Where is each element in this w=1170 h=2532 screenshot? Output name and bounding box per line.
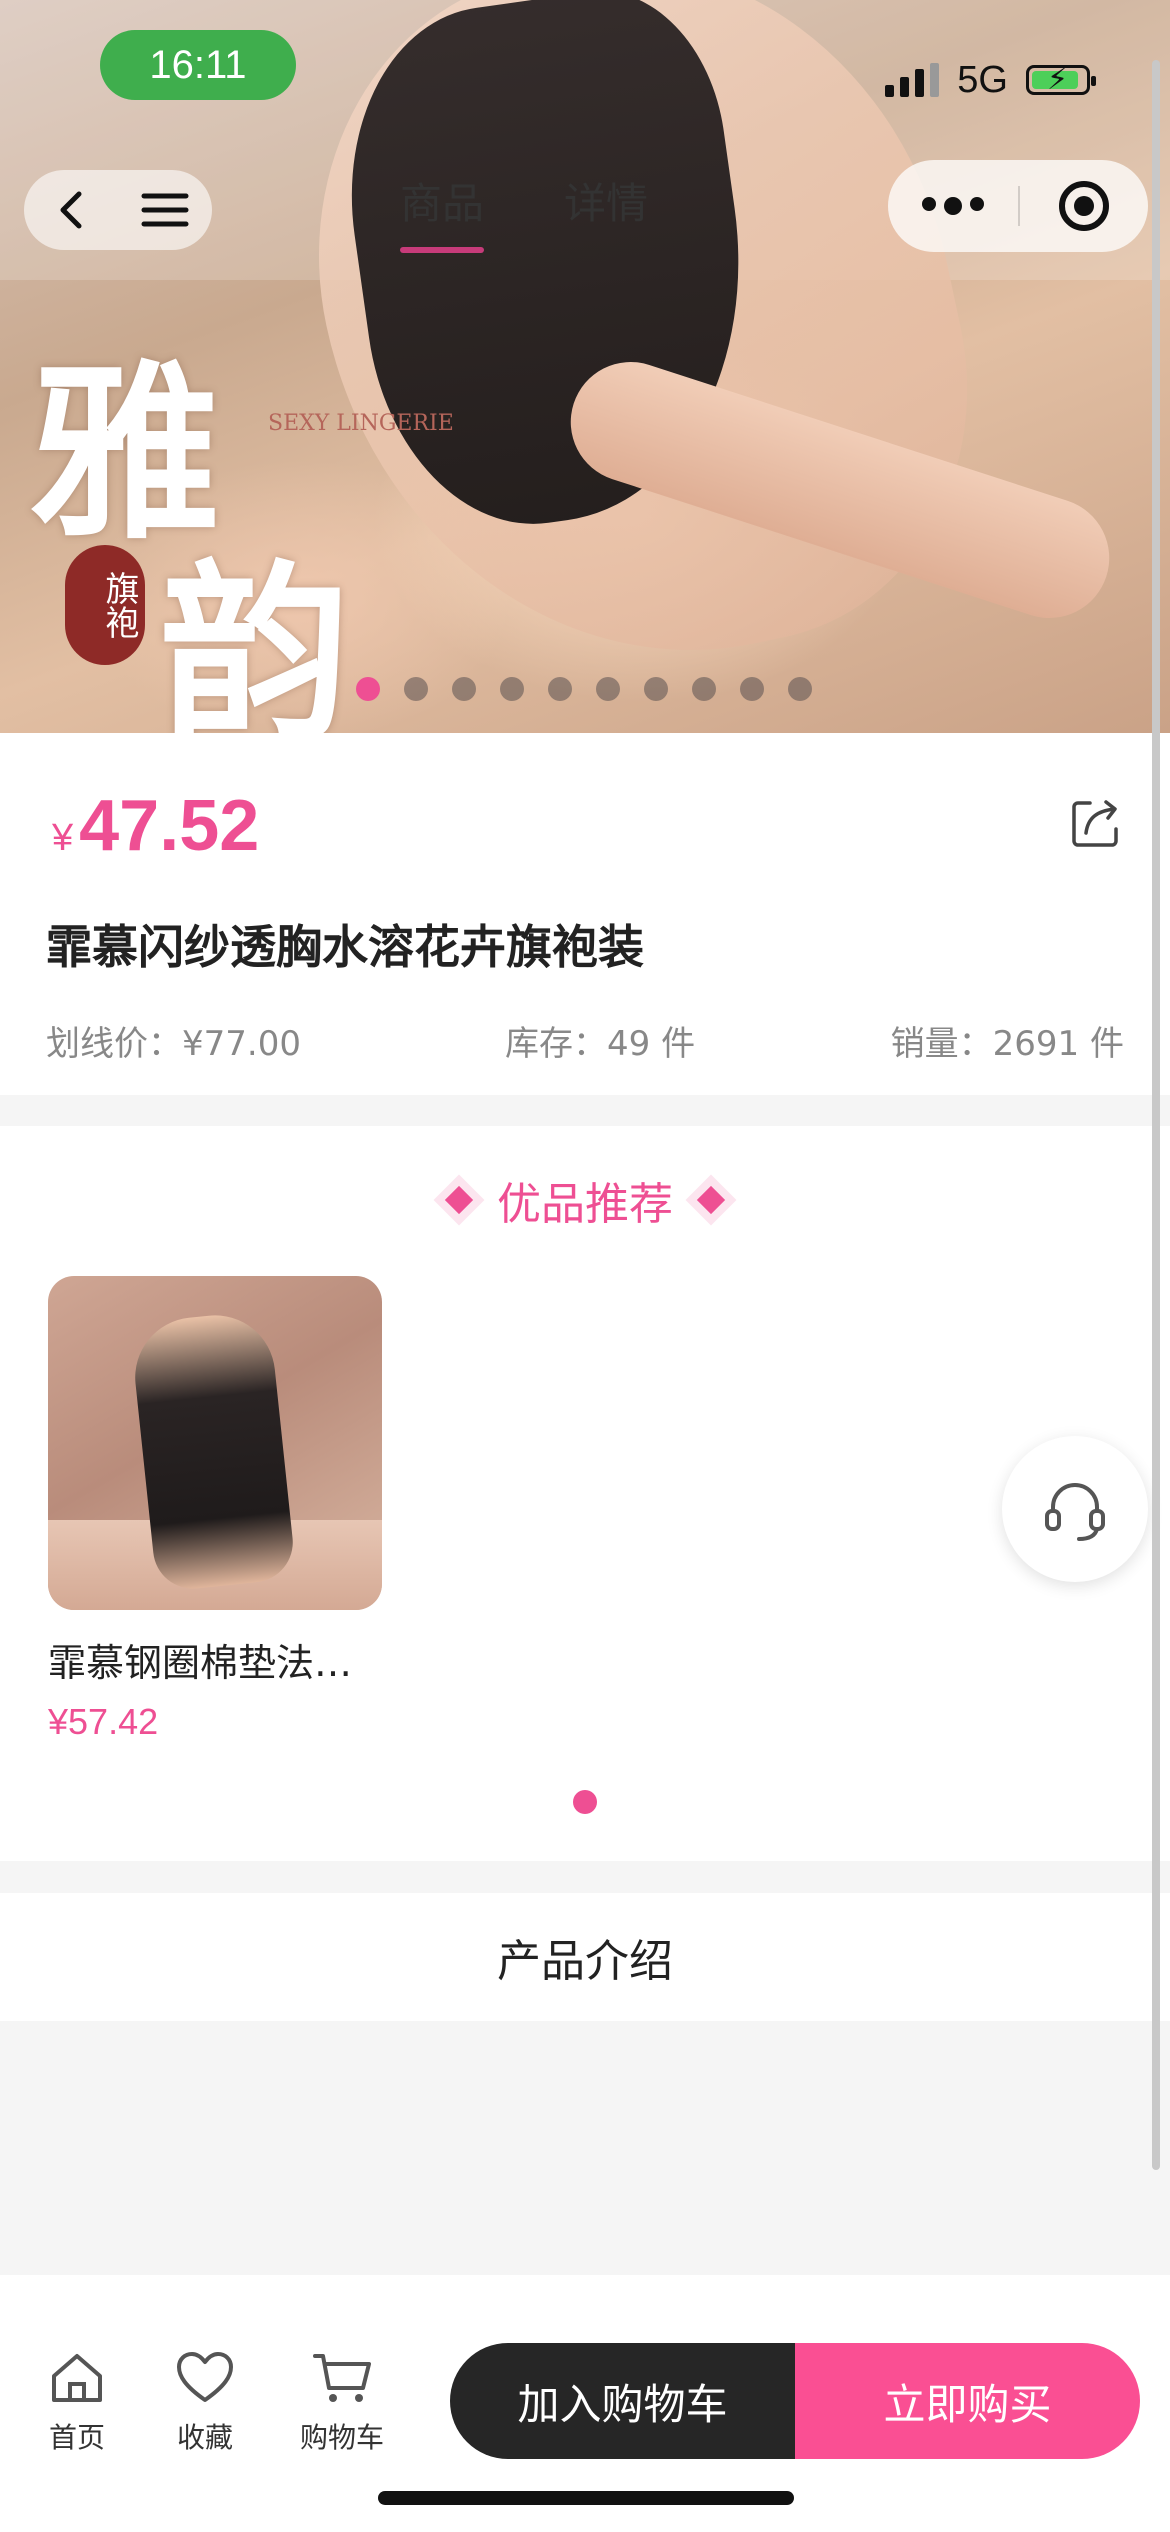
- chevron-left-icon: [60, 191, 82, 229]
- product-info: ¥47.52 霏慕闪纱透胸水溶花卉旗袍装 划线价：¥77.00 库存：49 件 …: [0, 733, 1170, 1095]
- recommend-item[interactable]: 霏慕钢圈棉垫法… ¥57.42: [48, 1276, 382, 1743]
- headset-icon: [1045, 1483, 1105, 1541]
- share-icon[interactable]: [1068, 795, 1124, 851]
- carousel-dot[interactable]: [500, 677, 524, 701]
- favorite-button[interactable]: 收藏: [150, 2350, 260, 2456]
- price-value: 47.52: [79, 786, 260, 866]
- currency-symbol: ¥: [52, 817, 74, 859]
- status-indicators: 5G ⚡: [885, 50, 1096, 110]
- hero-seal: 旗袍: [65, 545, 145, 665]
- carousel-dot[interactable]: [548, 677, 572, 701]
- product-intro-header: 产品介绍: [0, 1893, 1170, 2021]
- hamburger-icon: [141, 193, 189, 227]
- recommend-page-dot: [573, 1790, 597, 1814]
- product-title: 霏慕闪纱透胸水溶花卉旗袍装: [46, 920, 644, 974]
- carousel-dot[interactable]: [644, 677, 668, 701]
- product-price: ¥47.52: [52, 785, 259, 867]
- target-icon: [1059, 181, 1109, 231]
- carousel-dot[interactable]: [692, 677, 716, 701]
- more-button[interactable]: [888, 197, 1018, 215]
- original-price: 划线价：¥77.00: [46, 1024, 301, 1064]
- home-icon: [52, 2354, 102, 2402]
- close-miniprogram-button[interactable]: [1020, 181, 1148, 231]
- carousel-dot[interactable]: [356, 677, 380, 701]
- favorite-label: 收藏: [176, 2421, 233, 2454]
- diamond-icon: [444, 1185, 474, 1215]
- cart-button[interactable]: 购物车: [287, 2350, 397, 2456]
- purchase-buttons: 加入购物车 立即购买: [450, 2343, 1140, 2459]
- diamond-icon: [696, 1185, 726, 1215]
- tab-product[interactable]: 商品: [400, 170, 485, 253]
- cart-icon: [313, 2354, 371, 2402]
- tab-details[interactable]: 详情: [564, 170, 648, 253]
- carousel-dot[interactable]: [404, 677, 428, 701]
- home-indicator: [378, 2491, 794, 2505]
- heart-icon: [177, 2352, 233, 2402]
- recommend-section: 优品推荐 霏慕钢圈棉垫法… ¥57.42: [0, 1126, 1170, 1861]
- carousel-dot[interactable]: [788, 677, 812, 701]
- scrollbar[interactable]: [1152, 60, 1160, 2170]
- signal-icon: [885, 63, 940, 97]
- battery-icon: ⚡: [1026, 62, 1096, 97]
- recommend-item-name: 霏慕钢圈棉垫法…: [48, 1641, 353, 1685]
- recommend-header: 优品推荐: [0, 1168, 1170, 1232]
- cart-label: 购物车: [299, 2421, 384, 2454]
- carousel-dot[interactable]: [740, 677, 764, 701]
- more-dots-icon: [922, 197, 936, 211]
- carousel-dot[interactable]: [452, 677, 476, 701]
- stock-count: 库存：49 件: [505, 1024, 696, 1064]
- nav-left-group: [24, 170, 212, 250]
- recommend-item-price: ¥57.42: [48, 1701, 159, 1742]
- customer-service-button[interactable]: [1002, 1436, 1148, 1582]
- status-time: 16:11: [100, 30, 296, 100]
- carousel-dot[interactable]: [596, 677, 620, 701]
- add-to-cart-button[interactable]: 加入购物车: [450, 2343, 795, 2459]
- network-label: 5G: [957, 58, 1008, 101]
- sales-count: 销量：2691 件: [890, 1024, 1124, 1064]
- buy-now-button[interactable]: 立即购买: [795, 2343, 1140, 2459]
- miniprogram-capsule: [888, 160, 1148, 252]
- back-button[interactable]: [41, 180, 101, 240]
- recommend-item-image[interactable]: [48, 1276, 382, 1610]
- menu-button[interactable]: [135, 180, 195, 240]
- hero-brand-mark: SEXY LINGERIE: [268, 411, 454, 436]
- page-tabs: 商品 详情: [400, 170, 648, 253]
- hero-big-char-2: 韵: [160, 542, 351, 733]
- home-label: 首页: [48, 2421, 105, 2454]
- recommend-title: 优品推荐: [497, 1179, 673, 1230]
- home-button[interactable]: 首页: [22, 2350, 132, 2456]
